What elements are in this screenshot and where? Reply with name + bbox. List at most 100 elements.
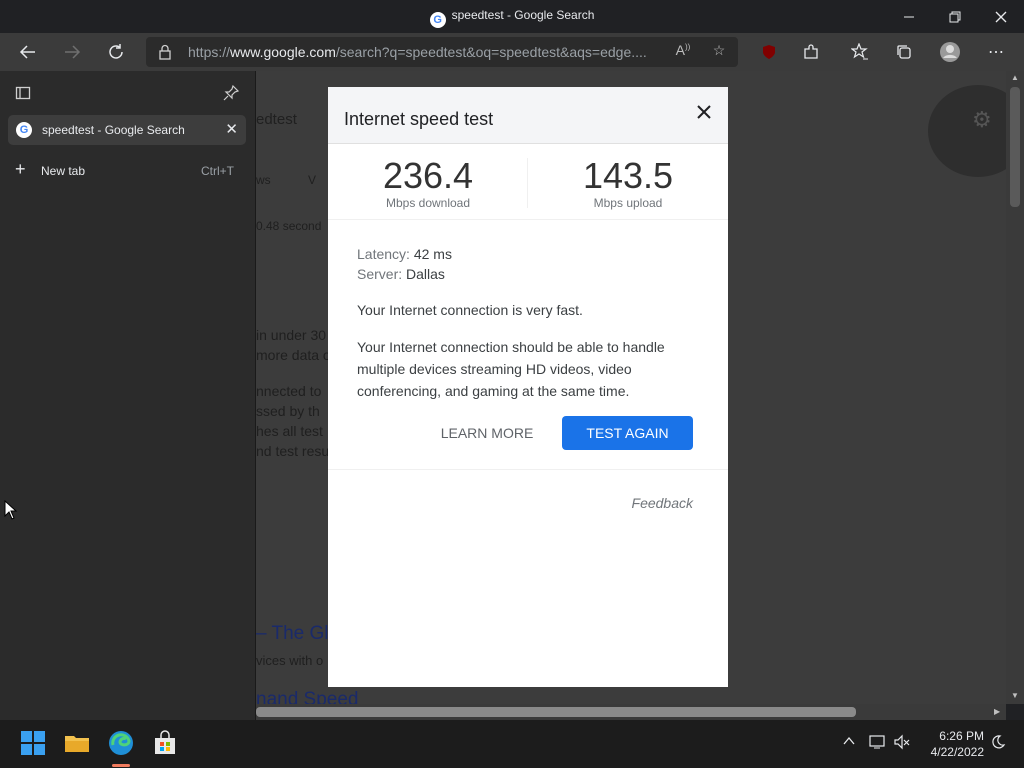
avatar-icon [940, 42, 960, 62]
edge-browser-button[interactable] [108, 730, 134, 756]
minimize-button[interactable] [886, 0, 932, 33]
ublock-extension-button[interactable] [754, 37, 784, 67]
collections-icon [897, 45, 911, 59]
server-value: Dallas [406, 266, 445, 282]
store-icon [155, 730, 175, 754]
summary-text: Your Internet connection is very fast. [357, 302, 583, 318]
close-window-button[interactable] [978, 0, 1024, 33]
bg-fragment: more data o [256, 347, 331, 363]
favorites-button[interactable] [845, 37, 875, 67]
extensions-button[interactable] [796, 37, 826, 67]
scroll-thumb[interactable] [1010, 87, 1020, 207]
file-explorer-button[interactable] [64, 730, 90, 756]
vertical-scrollbar[interactable]: ▲ ▼ [1006, 71, 1024, 704]
collections-button[interactable] [889, 37, 919, 67]
clock-time: 6:26 PM [939, 729, 984, 743]
network-icon [869, 735, 885, 749]
notifications-button[interactable] [990, 734, 1006, 753]
bg-fragment: 0.48 second [256, 219, 322, 233]
minimize-icon [904, 16, 914, 17]
show-hidden-icons-button[interactable] [842, 734, 856, 751]
close-icon [697, 105, 711, 119]
pin-icon-svg [223, 84, 240, 101]
bg-fragment: ws [256, 173, 271, 187]
close-dialog-button[interactable] [696, 101, 712, 125]
window-title-text: speedtest - Google Search [451, 8, 595, 22]
bg-fragment: in under 30 [256, 327, 327, 343]
bg-fragment: V [308, 173, 317, 187]
profile-button[interactable] [935, 37, 965, 67]
settings-blob [928, 85, 1006, 177]
scroll-up-icon[interactable]: ▲ [1011, 73, 1019, 82]
restore-icon [949, 11, 961, 22]
dialog-header: Internet speed test [328, 87, 728, 144]
restore-button[interactable] [932, 0, 978, 33]
vertical-tabs-sidebar: G speedtest - Google Search ✕ + New tab … [0, 71, 256, 720]
speed-metrics: 236.4 Mbps download 143.5 Mbps upload [328, 144, 728, 220]
plus-icon: + [15, 159, 26, 179]
clock[interactable]: 6:26 PM 4/22/2022 [920, 728, 984, 760]
feedback-link[interactable]: Feedback [632, 495, 693, 511]
latency-row: Latency: 42 ms [357, 244, 697, 264]
new-tab-shortcut: Ctrl+T [201, 164, 234, 178]
back-button[interactable] [13, 37, 43, 67]
forward-button[interactable] [57, 37, 87, 67]
volume-button[interactable] [894, 734, 912, 753]
server-row: Server: Dallas [357, 264, 697, 284]
refresh-button[interactable] [101, 37, 131, 67]
store-button[interactable] [152, 730, 178, 756]
scroll-right-icon[interactable]: ▶ [994, 707, 1000, 716]
start-button[interactable] [20, 730, 46, 756]
favorites-star-icon [851, 43, 868, 60]
add-favorite-icon[interactable]: ☆ [708, 42, 730, 62]
speed-test-dialog: Internet speed test 236.4 Mbps download … [328, 87, 728, 687]
results-body: Latency: 42 ms Server: Dallas Your Inter… [357, 244, 697, 402]
scroll-down-icon[interactable]: ▼ [1011, 691, 1019, 700]
learn-more-button[interactable]: LEARN MORE [432, 416, 542, 450]
edge-icon [109, 731, 133, 755]
test-again-button[interactable]: TEST AGAIN [562, 416, 693, 450]
server-label: Server: [357, 266, 403, 282]
refresh-icon [109, 44, 123, 59]
bg-fragment: vices with o [256, 653, 324, 668]
more-dots-icon: ⋯ [988, 44, 1004, 61]
bg-fragment: nnected to [256, 383, 322, 399]
close-icon [995, 11, 1007, 22]
bg-fragment: ssed by th [256, 403, 320, 419]
google-favicon-icon: G [16, 122, 32, 138]
upload-unit: Mbps upload [593, 196, 663, 210]
download-unit: Mbps download [385, 196, 471, 210]
arrow-left-icon [19, 45, 35, 59]
detail-text: Your Internet connection should be able … [357, 339, 665, 399]
taskbar: 6:26 PM 4/22/2022 [0, 720, 1024, 768]
new-tab-button[interactable]: + New tab Ctrl+T [8, 159, 246, 183]
bg-fragment: – The Gl [256, 623, 329, 644]
volume-muted-icon [894, 734, 910, 750]
close-tab-icon[interactable]: ✕ [225, 120, 238, 138]
settings-more-button[interactable]: ⋯ [981, 37, 1011, 67]
upload-metric: 143.5 Mbps upload [528, 156, 728, 211]
download-value: 236.4 [382, 155, 474, 196]
network-button[interactable] [869, 734, 887, 753]
scroll-thumb[interactable] [256, 707, 856, 717]
tab-actions-icon[interactable] [14, 85, 32, 103]
sidebar-tab-speedtest[interactable]: G speedtest - Google Search ✕ [8, 115, 246, 145]
address-bar[interactable]: https://www.google.com/search?q=speedtes… [146, 37, 738, 67]
download-metric: 236.4 Mbps download [328, 155, 528, 211]
active-app-indicator [112, 764, 130, 767]
bg-fragment: hes all test [256, 423, 323, 439]
folder-icon [65, 736, 89, 752]
puzzle-icon [804, 44, 818, 59]
google-favicon-icon: G [429, 12, 446, 28]
shield-icon [763, 45, 775, 59]
horizontal-scrollbar[interactable]: ▶ [256, 704, 1006, 720]
read-aloud-icon[interactable]: A)) [672, 42, 694, 62]
url-text[interactable]: https://www.google.com/search?q=speedtes… [188, 44, 658, 60]
clock-date: 4/22/2022 [930, 745, 984, 759]
tab-label: speedtest - Google Search [42, 123, 185, 137]
url-host: www.google.com [230, 44, 336, 60]
title-bar: Gspeedtest - Google Search [0, 0, 1024, 33]
pin-icon[interactable] [222, 84, 240, 103]
gear-icon: ⚙ [972, 107, 992, 132]
tab-actions-icon-svg [15, 86, 31, 100]
